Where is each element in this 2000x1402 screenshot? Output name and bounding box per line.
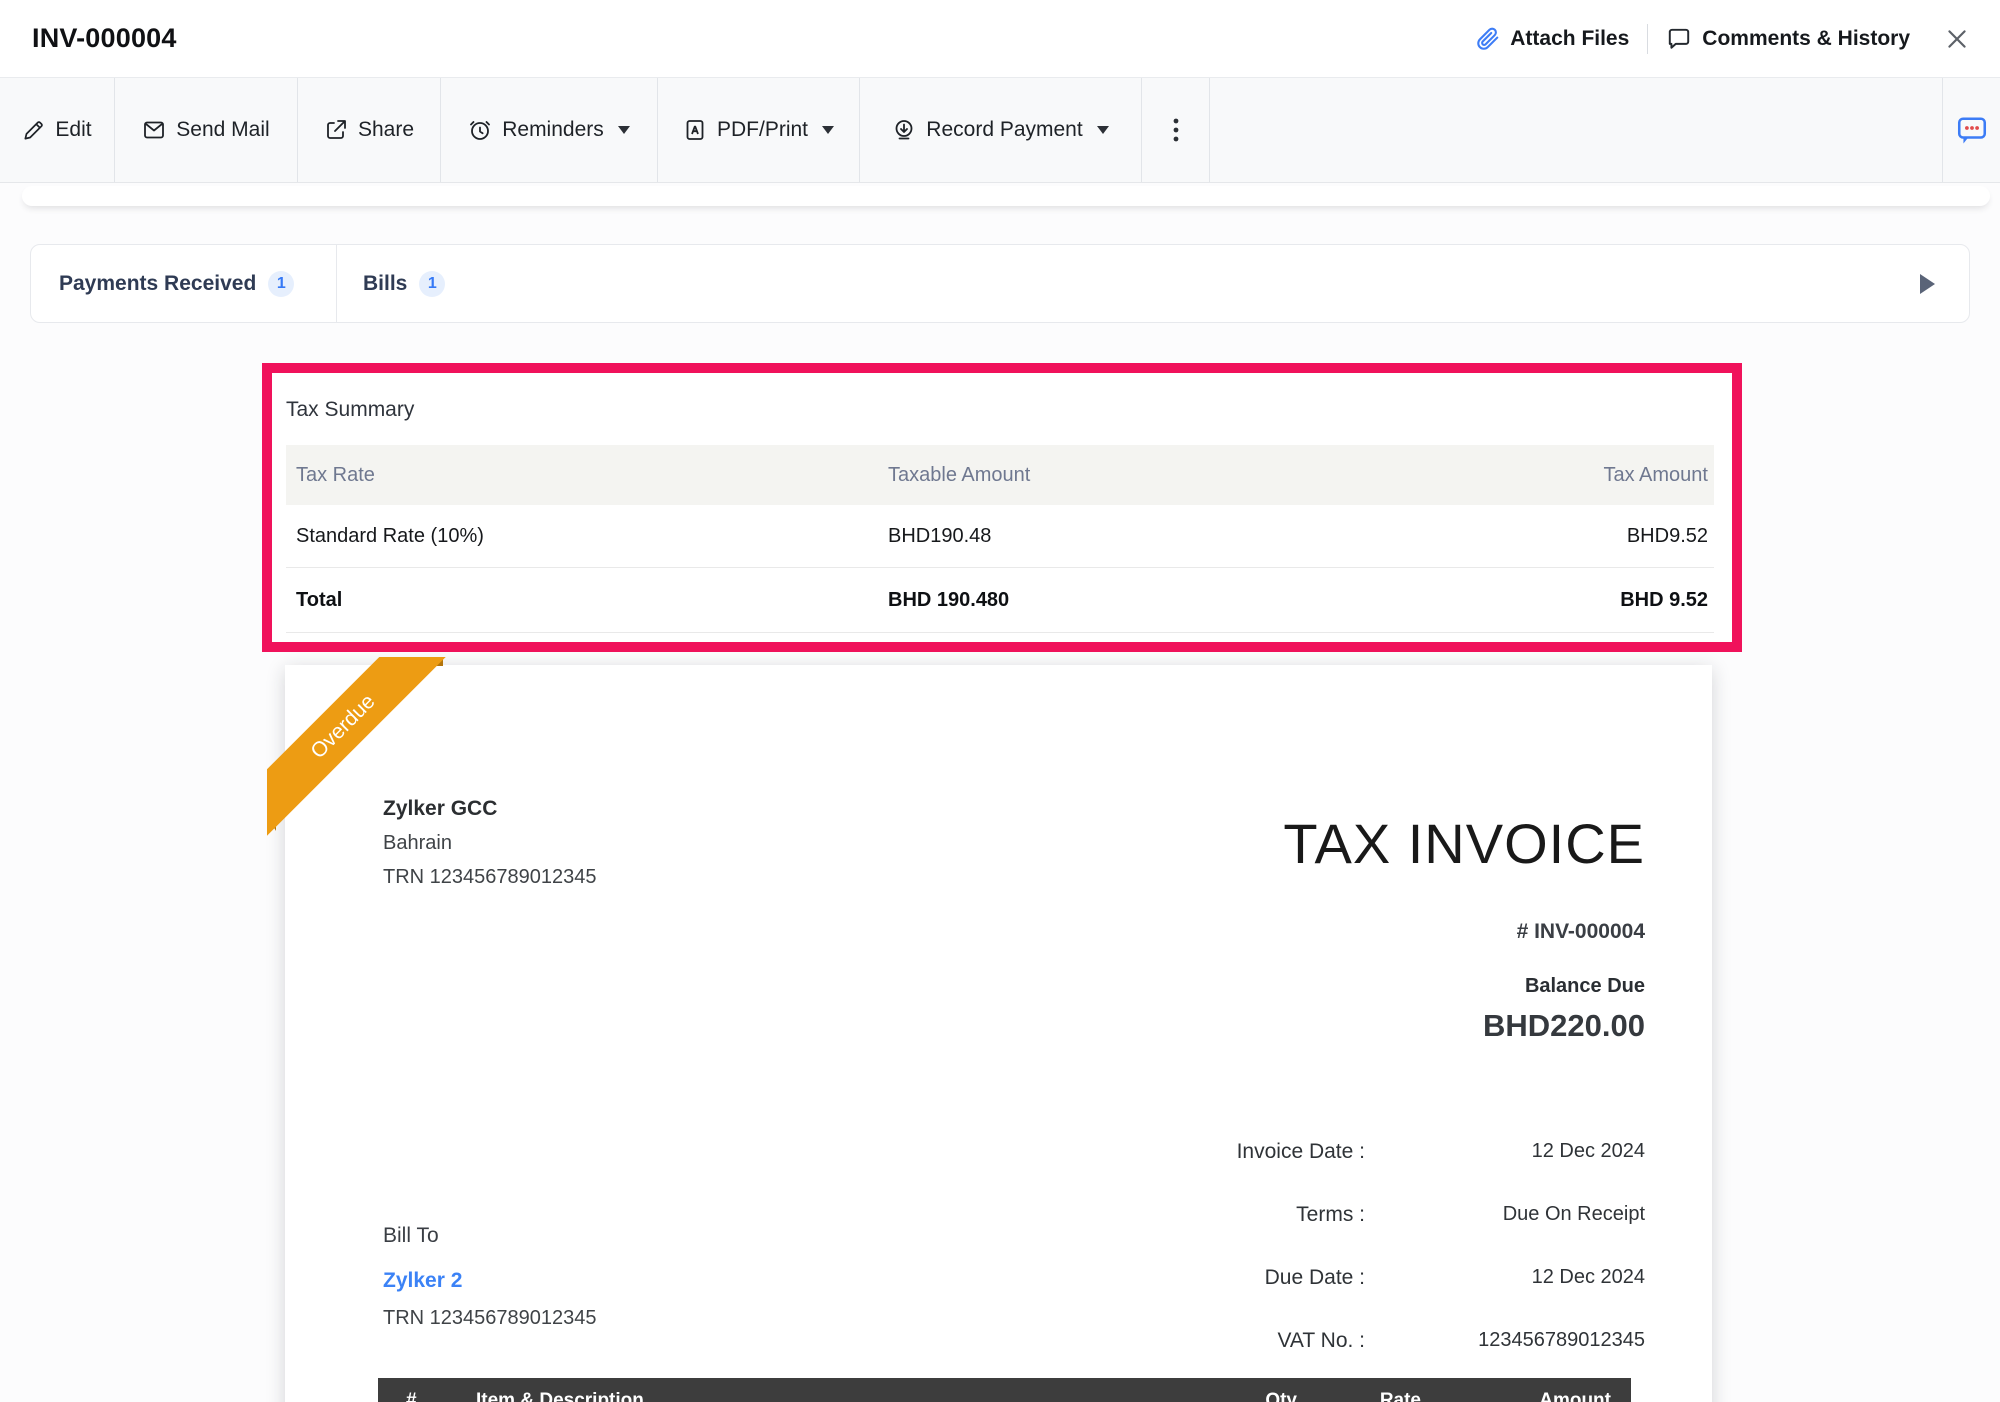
tax-summary-title: Tax Summary	[286, 397, 1714, 423]
chevron-down-icon	[618, 126, 630, 134]
customer-trn: TRN 123456789012345	[383, 1307, 597, 1330]
payments-received-label: Payments Received	[59, 272, 256, 296]
chat-panel-button[interactable]	[1942, 78, 2000, 182]
header-divider	[1647, 24, 1648, 54]
share-icon	[324, 118, 348, 142]
tax-summary-highlight-box: Tax Summary Tax Rate Taxable Amount Tax …	[262, 363, 1742, 652]
vat-no-label: VAT No. :	[1065, 1329, 1365, 1353]
items-table-header: # Item & Description Qty Rate Amount	[378, 1378, 1631, 1402]
comments-history-label: Comments & History	[1702, 27, 1910, 51]
tax-summary-table: Tax Rate Taxable Amount Tax Amount Stand…	[286, 445, 1714, 633]
col-taxable-amount: Taxable Amount	[888, 464, 1404, 487]
record-payment-icon	[892, 118, 916, 142]
document-title: TAX INVOICE	[1283, 811, 1645, 876]
bills-label: Bills	[363, 272, 407, 296]
table-row: Standard Rate (10%) BHD190.48 BHD9.52	[286, 505, 1714, 568]
col-tax-amount: Tax Amount	[1404, 464, 1714, 487]
header-actions: Attach Files Comments & History	[1475, 24, 1970, 54]
seller-name: Zylker GCC	[383, 792, 597, 826]
comment-bubble-icon	[1666, 26, 1692, 52]
seller-country: Bahrain	[383, 826, 597, 860]
tabs-scroll-right-icon[interactable]	[1920, 274, 1935, 294]
invoice-number: # INV-000004	[1517, 920, 1645, 944]
col-item-number: #	[406, 1390, 417, 1402]
customer-link[interactable]: Zylker 2	[383, 1269, 597, 1293]
invoice-meta-block: Invoice Date : 12 Dec 2024 Terms : Due O…	[1065, 1120, 1645, 1372]
meta-row-invoice-date: Invoice Date : 12 Dec 2024	[1065, 1120, 1645, 1183]
seller-block: Zylker GCC Bahrain TRN 123456789012345	[383, 792, 597, 894]
payments-received-count-badge: 1	[268, 271, 294, 297]
pdf-print-button[interactable]: PDF/Print	[658, 78, 860, 182]
col-tax-rate: Tax Rate	[286, 464, 888, 487]
tax-table-header-row: Tax Rate Taxable Amount Tax Amount	[286, 445, 1714, 505]
chevron-down-icon	[1097, 126, 1109, 134]
comments-history-button[interactable]: Comments & History	[1666, 26, 1910, 52]
taxable-amount-value: BHD190.48	[888, 525, 1404, 548]
chevron-down-icon	[822, 126, 834, 134]
more-options-button[interactable]	[1142, 78, 1210, 182]
share-label: Share	[358, 118, 414, 142]
meta-row-due-date: Due Date : 12 Dec 2024	[1065, 1246, 1645, 1309]
vat-no-value: 123456789012345	[1365, 1329, 1645, 1352]
col-item-description: Item & Description	[476, 1390, 644, 1402]
invoice-date-value: 12 Dec 2024	[1365, 1140, 1645, 1163]
envelope-icon	[142, 118, 166, 142]
due-date-label: Due Date :	[1065, 1266, 1365, 1290]
invoice-preview: Overdue Zylker GCC Bahrain TRN 123456789…	[285, 665, 1712, 1402]
tax-summary-panel: Tax Summary Tax Rate Taxable Amount Tax …	[272, 373, 1732, 633]
due-date-value: 12 Dec 2024	[1365, 1266, 1645, 1289]
bills-count-badge: 1	[419, 271, 445, 297]
bill-to-label: Bill To	[383, 1223, 597, 1249]
terms-label: Terms :	[1065, 1203, 1365, 1227]
related-tabs-card: Payments Received 1 Bills 1	[30, 244, 1970, 323]
reminders-label: Reminders	[502, 118, 604, 142]
edit-button[interactable]: Edit	[0, 78, 115, 182]
tab-bills[interactable]: Bills 1	[337, 245, 471, 322]
tax-rate-value: Standard Rate (10%)	[286, 525, 888, 548]
share-button[interactable]: Share	[298, 78, 441, 182]
total-tax-value: BHD 9.52	[1404, 589, 1714, 612]
pdf-print-label: PDF/Print	[717, 118, 808, 142]
edit-label: Edit	[55, 118, 91, 142]
kebab-menu-icon	[1164, 116, 1188, 144]
paperclip-icon	[1475, 26, 1500, 51]
seller-trn: TRN 123456789012345	[383, 860, 597, 894]
send-mail-label: Send Mail	[176, 118, 269, 142]
page-title: INV-000004	[32, 23, 177, 54]
tax-total-row: Total BHD 190.480 BHD 9.52	[286, 568, 1714, 633]
close-button[interactable]	[1944, 26, 1970, 52]
pencil-icon	[22, 119, 45, 142]
attach-files-button[interactable]: Attach Files	[1475, 26, 1629, 51]
col-amount: Amount	[1539, 1390, 1611, 1402]
scrolled-card-edge	[22, 186, 1990, 206]
invoice-detail-page: INV-000004 Attach Files Comments & Histo…	[0, 0, 2000, 1402]
balance-due-label: Balance Due	[1483, 975, 1645, 998]
record-payment-button[interactable]: Record Payment	[860, 78, 1142, 182]
send-mail-button[interactable]: Send Mail	[115, 78, 298, 182]
balance-due-block: Balance Due BHD220.00	[1483, 975, 1645, 1044]
meta-row-terms: Terms : Due On Receipt	[1065, 1183, 1645, 1246]
attach-files-label: Attach Files	[1510, 27, 1629, 51]
terms-value: Due On Receipt	[1365, 1203, 1645, 1226]
action-toolbar: Edit Send Mail Share Reminders	[0, 78, 2000, 183]
tax-amount-value: BHD9.52	[1404, 525, 1714, 548]
meta-row-vat-no: VAT No. : 123456789012345	[1065, 1309, 1645, 1372]
close-icon	[1944, 26, 1970, 52]
total-label: Total	[286, 589, 888, 612]
bill-to-block: Bill To Zylker 2 TRN 123456789012345	[383, 1223, 597, 1330]
app-header: INV-000004 Attach Files Comments & Histo…	[0, 0, 2000, 78]
total-taxable-value: BHD 190.480	[888, 589, 1404, 612]
balance-due-value: BHD220.00	[1483, 1008, 1645, 1044]
tab-payments-received[interactable]: Payments Received 1	[31, 245, 336, 322]
record-payment-label: Record Payment	[926, 118, 1082, 142]
reminders-button[interactable]: Reminders	[441, 78, 658, 182]
col-rate: Rate	[1380, 1390, 1421, 1402]
invoice-date-label: Invoice Date :	[1065, 1140, 1365, 1164]
col-qty: Qty	[1265, 1390, 1297, 1402]
alarm-clock-icon	[468, 118, 492, 142]
overdue-label: Overdue	[306, 690, 380, 764]
pdf-file-icon	[683, 118, 707, 142]
chat-bubble-icon	[1954, 111, 1990, 149]
